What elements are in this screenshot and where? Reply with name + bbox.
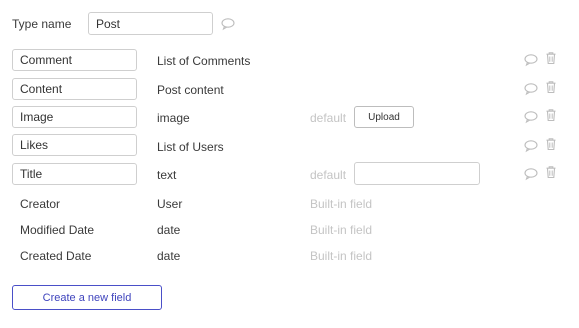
comment-bubble-icon[interactable] [524, 139, 538, 153]
field-name-input-image[interactable]: Image [12, 106, 137, 128]
comment-bubble-icon[interactable] [221, 17, 235, 31]
comment-bubble-icon[interactable] [524, 167, 538, 181]
field-type-comment: List of Comments [157, 54, 251, 68]
comment-bubble-icon[interactable] [524, 53, 538, 67]
field-type-title: text [157, 168, 177, 182]
builtin-field-type-creator: User [157, 197, 183, 211]
builtin-field-note: Built-in field [310, 249, 373, 263]
comment-bubble-icon[interactable] [524, 110, 538, 124]
builtin-field-note: Built-in field [310, 197, 373, 211]
type-name-input[interactable]: Post [88, 12, 213, 35]
field-name-input-content[interactable]: Content [12, 78, 137, 100]
upload-button[interactable]: Upload [354, 106, 414, 128]
builtin-field-name-creator: Creator [20, 197, 61, 211]
trash-icon[interactable] [544, 165, 558, 179]
default-label-title: default [310, 168, 347, 182]
field-name-input-comment[interactable]: Comment [12, 49, 137, 71]
type-name-label: Type name [12, 17, 72, 31]
builtin-field-type-modified-date: date [157, 223, 181, 237]
builtin-field-name-created-date: Created Date [20, 249, 92, 263]
trash-icon[interactable] [544, 51, 558, 65]
field-type-likes: List of Users [157, 140, 224, 154]
field-type-image: image [157, 111, 190, 125]
trash-icon[interactable] [544, 137, 558, 151]
create-new-field-button[interactable]: Create a new field [12, 285, 162, 310]
field-name-input-likes[interactable]: Likes [12, 134, 137, 156]
field-name-input-title[interactable]: Title [12, 163, 137, 185]
trash-icon[interactable] [544, 80, 558, 94]
comment-bubble-icon[interactable] [524, 82, 538, 96]
trash-icon[interactable] [544, 108, 558, 122]
builtin-field-type-created-date: date [157, 249, 181, 263]
field-type-content: Post content [157, 83, 224, 97]
default-value-input[interactable] [354, 162, 480, 185]
builtin-field-name-modified-date: Modified Date [20, 223, 95, 237]
default-label-image: default [310, 111, 347, 125]
builtin-field-note: Built-in field [310, 223, 373, 237]
